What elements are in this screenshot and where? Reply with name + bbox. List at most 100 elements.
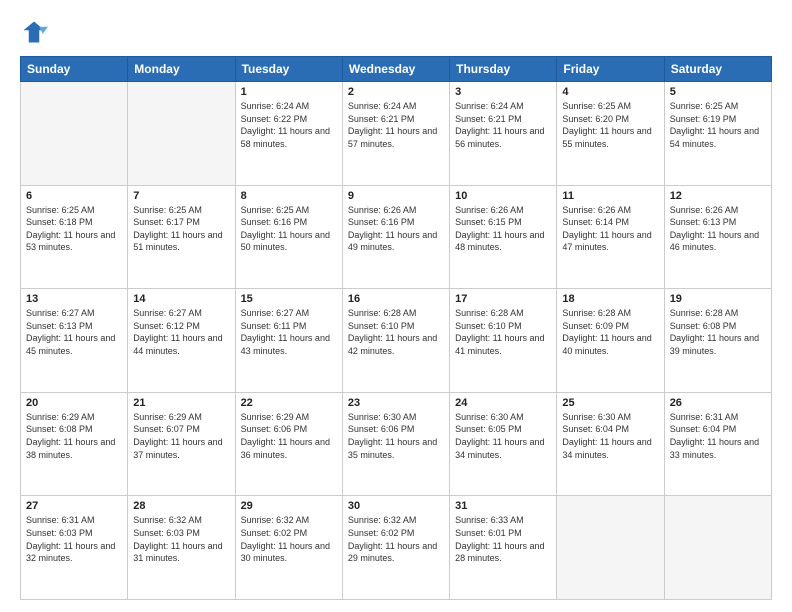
day-number: 24 [455, 397, 551, 409]
weekday-sunday: Sunday [21, 57, 128, 82]
day-cell: 18 Sunrise: 6:28 AM Sunset: 6:09 PM Dayli… [557, 289, 664, 393]
day-info: Sunrise: 6:29 AM Sunset: 6:06 PM Dayligh… [241, 411, 337, 461]
day-info: Sunrise: 6:28 AM Sunset: 6:08 PM Dayligh… [670, 307, 766, 357]
day-number: 11 [562, 190, 658, 202]
logo [20, 18, 52, 46]
day-cell: 2 Sunrise: 6:24 AM Sunset: 6:21 PM Daylig… [342, 82, 449, 186]
day-cell: 11 Sunrise: 6:26 AM Sunset: 6:14 PM Dayli… [557, 185, 664, 289]
day-number: 12 [670, 190, 766, 202]
day-number: 18 [562, 293, 658, 305]
day-cell: 4Sunrise: 6:25 AM Sunset: 6:20 PM Daylig… [557, 82, 664, 186]
day-cell [21, 82, 128, 186]
day-number: 30 [348, 500, 444, 512]
day-cell: 12 Sunrise: 6:26 AM Sunset: 6:13 PM Dayli… [664, 185, 771, 289]
day-number: 9 [348, 190, 444, 202]
day-cell: 8Sunrise: 6:25 AM Sunset: 6:16 PM Daylig… [235, 185, 342, 289]
day-cell: 7 Sunrise: 6:25 AM Sunset: 6:17 PM Daylig… [128, 185, 235, 289]
day-info: Sunrise: 6:29 AM Sunset: 6:07 PM Dayligh… [133, 411, 229, 461]
day-cell [664, 496, 771, 600]
day-info: Sunrise: 6:27 AM Sunset: 6:11 PM Dayligh… [241, 307, 337, 357]
day-number: 10 [455, 190, 551, 202]
day-cell: 17Sunrise: 6:28 AM Sunset: 6:10 PM Dayli… [450, 289, 557, 393]
day-info: Sunrise: 6:30 AM Sunset: 6:05 PM Dayligh… [455, 411, 551, 461]
day-cell: 27 Sunrise: 6:31 AM Sunset: 6:03 PM Dayli… [21, 496, 128, 600]
day-number: 21 [133, 397, 229, 409]
day-number: 25 [562, 397, 658, 409]
day-cell: 6Sunrise: 6:25 AM Sunset: 6:18 PM Daylig… [21, 185, 128, 289]
day-cell: 9 Sunrise: 6:26 AM Sunset: 6:16 PM Daylig… [342, 185, 449, 289]
day-info: Sunrise: 6:25 AM Sunset: 6:16 PM Dayligh… [241, 204, 337, 254]
day-info: Sunrise: 6:26 AM Sunset: 6:16 PM Dayligh… [348, 204, 444, 254]
day-number: 2 [348, 86, 444, 98]
day-number: 28 [133, 500, 229, 512]
day-info: Sunrise: 6:24 AM Sunset: 6:22 PM Dayligh… [241, 100, 337, 150]
day-info: Sunrise: 6:32 AM Sunset: 6:03 PM Dayligh… [133, 514, 229, 564]
weekday-thursday: Thursday [450, 57, 557, 82]
weekday-wednesday: Wednesday [342, 57, 449, 82]
day-number: 14 [133, 293, 229, 305]
day-info: Sunrise: 6:26 AM Sunset: 6:13 PM Dayligh… [670, 204, 766, 254]
day-cell: 1 Sunrise: 6:24 AM Sunset: 6:22 PM Daylig… [235, 82, 342, 186]
day-info: Sunrise: 6:26 AM Sunset: 6:15 PM Dayligh… [455, 204, 551, 254]
day-number: 13 [26, 293, 122, 305]
day-cell: 19 Sunrise: 6:28 AM Sunset: 6:08 PM Dayli… [664, 289, 771, 393]
day-number: 3 [455, 86, 551, 98]
day-cell: 10 Sunrise: 6:26 AM Sunset: 6:15 PM Dayli… [450, 185, 557, 289]
day-cell: 14 Sunrise: 6:27 AM Sunset: 6:12 PM Dayli… [128, 289, 235, 393]
weekday-friday: Friday [557, 57, 664, 82]
day-info: Sunrise: 6:29 AM Sunset: 6:08 PM Dayligh… [26, 411, 122, 461]
day-cell: 13 Sunrise: 6:27 AM Sunset: 6:13 PM Dayli… [21, 289, 128, 393]
day-cell: 28 Sunrise: 6:32 AM Sunset: 6:03 PM Dayli… [128, 496, 235, 600]
day-info: Sunrise: 6:24 AM Sunset: 6:21 PM Dayligh… [455, 100, 551, 150]
day-number: 17 [455, 293, 551, 305]
day-cell [557, 496, 664, 600]
day-cell: 29Sunrise: 6:32 AM Sunset: 6:02 PM Dayli… [235, 496, 342, 600]
day-cell: 30 Sunrise: 6:32 AM Sunset: 6:02 PM Dayli… [342, 496, 449, 600]
week-row-1: 1 Sunrise: 6:24 AM Sunset: 6:22 PM Daylig… [21, 82, 772, 186]
weekday-monday: Monday [128, 57, 235, 82]
day-number: 31 [455, 500, 551, 512]
day-number: 19 [670, 293, 766, 305]
page: SundayMondayTuesdayWednesdayThursdayFrid… [0, 0, 792, 612]
day-info: Sunrise: 6:24 AM Sunset: 6:21 PM Dayligh… [348, 100, 444, 150]
day-number: 20 [26, 397, 122, 409]
day-info: Sunrise: 6:31 AM Sunset: 6:03 PM Dayligh… [26, 514, 122, 564]
week-row-3: 13 Sunrise: 6:27 AM Sunset: 6:13 PM Dayli… [21, 289, 772, 393]
day-info: Sunrise: 6:28 AM Sunset: 6:09 PM Dayligh… [562, 307, 658, 357]
day-info: Sunrise: 6:25 AM Sunset: 6:19 PM Dayligh… [670, 100, 766, 150]
week-row-4: 20 Sunrise: 6:29 AM Sunset: 6:08 PM Dayli… [21, 392, 772, 496]
day-info: Sunrise: 6:32 AM Sunset: 6:02 PM Dayligh… [348, 514, 444, 564]
logo-icon [20, 18, 48, 46]
week-row-5: 27 Sunrise: 6:31 AM Sunset: 6:03 PM Dayli… [21, 496, 772, 600]
day-info: Sunrise: 6:27 AM Sunset: 6:12 PM Dayligh… [133, 307, 229, 357]
day-number: 27 [26, 500, 122, 512]
weekday-header-row: SundayMondayTuesdayWednesdayThursdayFrid… [21, 57, 772, 82]
day-info: Sunrise: 6:27 AM Sunset: 6:13 PM Dayligh… [26, 307, 122, 357]
weekday-tuesday: Tuesday [235, 57, 342, 82]
weekday-saturday: Saturday [664, 57, 771, 82]
calendar-table: SundayMondayTuesdayWednesdayThursdayFrid… [20, 56, 772, 600]
day-cell: 16Sunrise: 6:28 AM Sunset: 6:10 PM Dayli… [342, 289, 449, 393]
day-number: 1 [241, 86, 337, 98]
day-cell: 23 Sunrise: 6:30 AM Sunset: 6:06 PM Dayli… [342, 392, 449, 496]
day-info: Sunrise: 6:25 AM Sunset: 6:17 PM Dayligh… [133, 204, 229, 254]
week-row-2: 6Sunrise: 6:25 AM Sunset: 6:18 PM Daylig… [21, 185, 772, 289]
day-cell: 22 Sunrise: 6:29 AM Sunset: 6:06 PM Dayli… [235, 392, 342, 496]
day-info: Sunrise: 6:30 AM Sunset: 6:06 PM Dayligh… [348, 411, 444, 461]
day-number: 15 [241, 293, 337, 305]
day-info: Sunrise: 6:32 AM Sunset: 6:02 PM Dayligh… [241, 514, 337, 564]
day-number: 22 [241, 397, 337, 409]
header [20, 18, 772, 46]
day-cell: 26 Sunrise: 6:31 AM Sunset: 6:04 PM Dayli… [664, 392, 771, 496]
day-cell: 3 Sunrise: 6:24 AM Sunset: 6:21 PM Daylig… [450, 82, 557, 186]
day-number: 23 [348, 397, 444, 409]
day-info: Sunrise: 6:28 AM Sunset: 6:10 PM Dayligh… [348, 307, 444, 357]
day-number: 26 [670, 397, 766, 409]
day-number: 4 [562, 86, 658, 98]
day-info: Sunrise: 6:26 AM Sunset: 6:14 PM Dayligh… [562, 204, 658, 254]
day-info: Sunrise: 6:31 AM Sunset: 6:04 PM Dayligh… [670, 411, 766, 461]
day-cell: 21 Sunrise: 6:29 AM Sunset: 6:07 PM Dayli… [128, 392, 235, 496]
day-info: Sunrise: 6:33 AM Sunset: 6:01 PM Dayligh… [455, 514, 551, 564]
day-number: 7 [133, 190, 229, 202]
day-cell: 15 Sunrise: 6:27 AM Sunset: 6:11 PM Dayli… [235, 289, 342, 393]
